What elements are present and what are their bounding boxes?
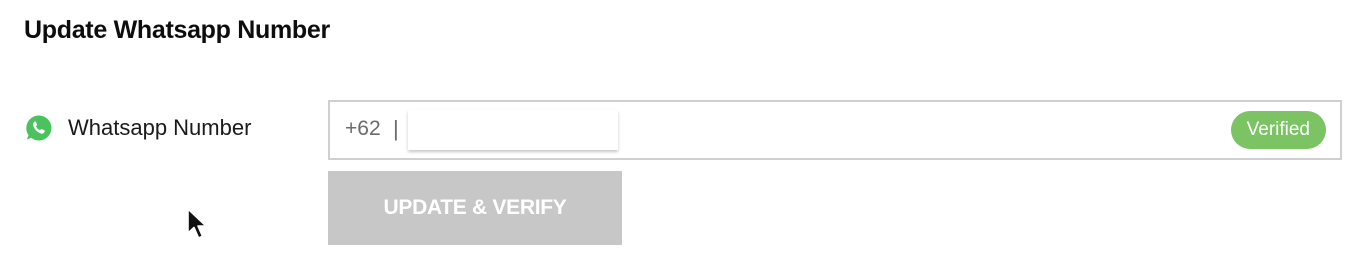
update-verify-button[interactable]: UPDATE & VERIFY xyxy=(328,171,622,245)
verified-badge: Verified xyxy=(1230,111,1326,149)
whatsapp-icon xyxy=(24,113,54,143)
phone-number-input[interactable] xyxy=(408,110,618,150)
whatsapp-number-label: Whatsapp Number xyxy=(24,112,251,144)
update-whatsapp-page: Update Whatsapp Number Whatsapp Number +… xyxy=(0,0,1370,272)
whatsapp-number-field: +62 | Verified xyxy=(328,100,1342,160)
country-code: +62 xyxy=(345,117,381,140)
mouse-cursor-icon xyxy=(187,208,207,239)
field-label-text: Whatsapp Number xyxy=(68,115,252,140)
page-title: Update Whatsapp Number xyxy=(24,16,330,44)
country-code-separator: | xyxy=(393,116,399,141)
